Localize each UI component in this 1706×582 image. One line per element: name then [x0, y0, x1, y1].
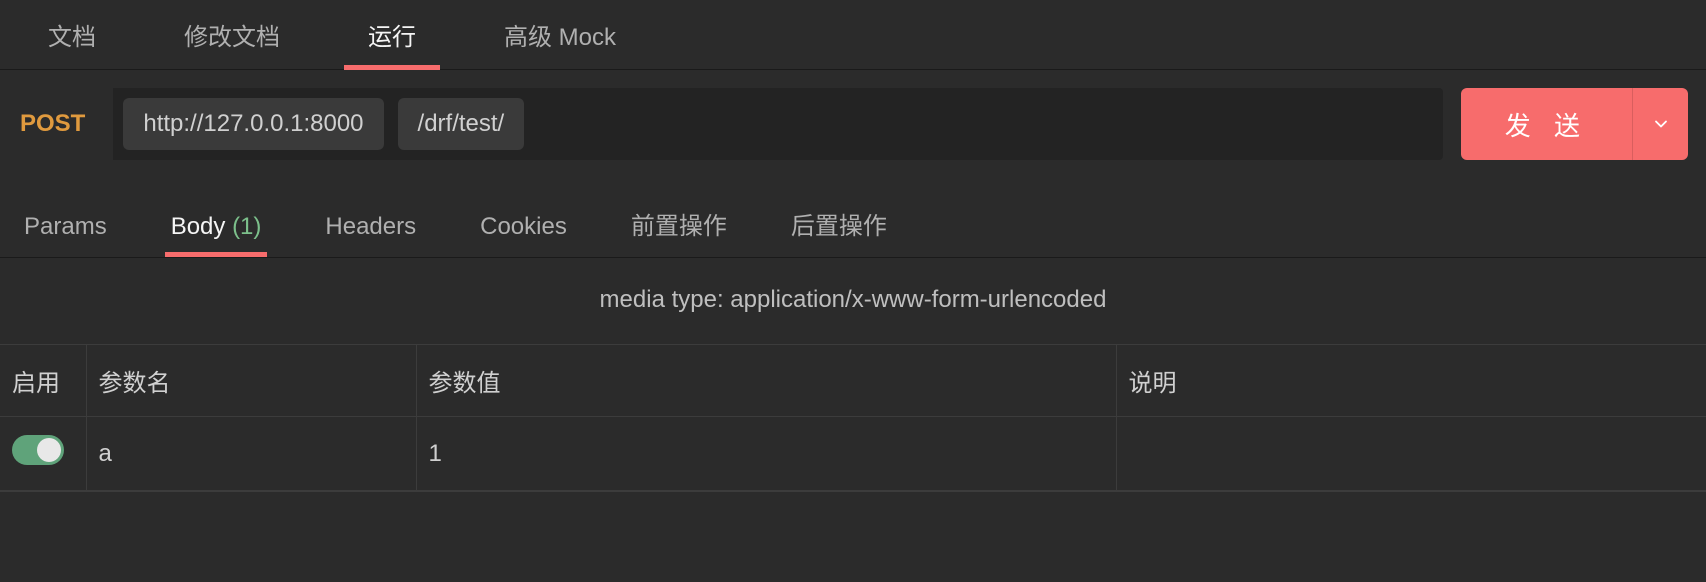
- send-button-group: 发 送: [1461, 88, 1688, 160]
- top-tabs: 文档 修改文档 运行 高级 Mock: [0, 0, 1706, 70]
- request-main: POST http://127.0.0.1:8000 /drf/test/: [18, 88, 1443, 160]
- media-type-label: media type: application/x-www-form-urlen…: [0, 258, 1706, 344]
- request-sub-tabs: Params Body (1) Headers Cookies 前置操作 后置操…: [0, 178, 1706, 258]
- enable-toggle[interactable]: [12, 435, 64, 465]
- cell-enable: [0, 417, 86, 491]
- http-method-select[interactable]: POST: [18, 88, 113, 160]
- send-button[interactable]: 发 送: [1461, 88, 1632, 160]
- host-input[interactable]: http://127.0.0.1:8000: [123, 98, 383, 150]
- cell-value[interactable]: 1: [416, 417, 1116, 491]
- send-dropdown-button[interactable]: [1632, 88, 1688, 160]
- tab-pre-request[interactable]: 前置操作: [631, 206, 727, 257]
- bottom-band: [0, 491, 1706, 551]
- th-name: 参数名: [86, 345, 416, 417]
- th-desc: 说明: [1116, 345, 1706, 417]
- th-value: 参数值: [416, 345, 1116, 417]
- tab-body-label: Body: [171, 213, 226, 240]
- tab-params[interactable]: Params: [24, 213, 107, 257]
- cell-desc[interactable]: [1116, 417, 1706, 491]
- tab-post-request[interactable]: 后置操作: [791, 206, 887, 257]
- th-enable: 启用: [0, 345, 86, 417]
- body-params-table: 启用 参数名 参数值 说明 a 1: [0, 344, 1706, 491]
- chevron-down-icon: [1651, 114, 1671, 134]
- cell-name[interactable]: a: [86, 417, 416, 491]
- tab-run[interactable]: 运行: [344, 0, 440, 70]
- tab-body-count: (1): [232, 213, 261, 240]
- tab-body[interactable]: Body (1): [171, 213, 262, 257]
- tab-headers[interactable]: Headers: [325, 213, 416, 257]
- request-row: POST http://127.0.0.1:8000 /drf/test/ 发 …: [0, 88, 1706, 160]
- tab-cookies[interactable]: Cookies: [480, 213, 567, 257]
- tab-doc[interactable]: 文档: [24, 0, 120, 70]
- path-input[interactable]: /drf/test/: [398, 98, 525, 150]
- tab-edit-doc[interactable]: 修改文档: [160, 0, 304, 70]
- table-row: a 1: [0, 417, 1706, 491]
- tab-advanced-mock[interactable]: 高级 Mock: [480, 0, 640, 70]
